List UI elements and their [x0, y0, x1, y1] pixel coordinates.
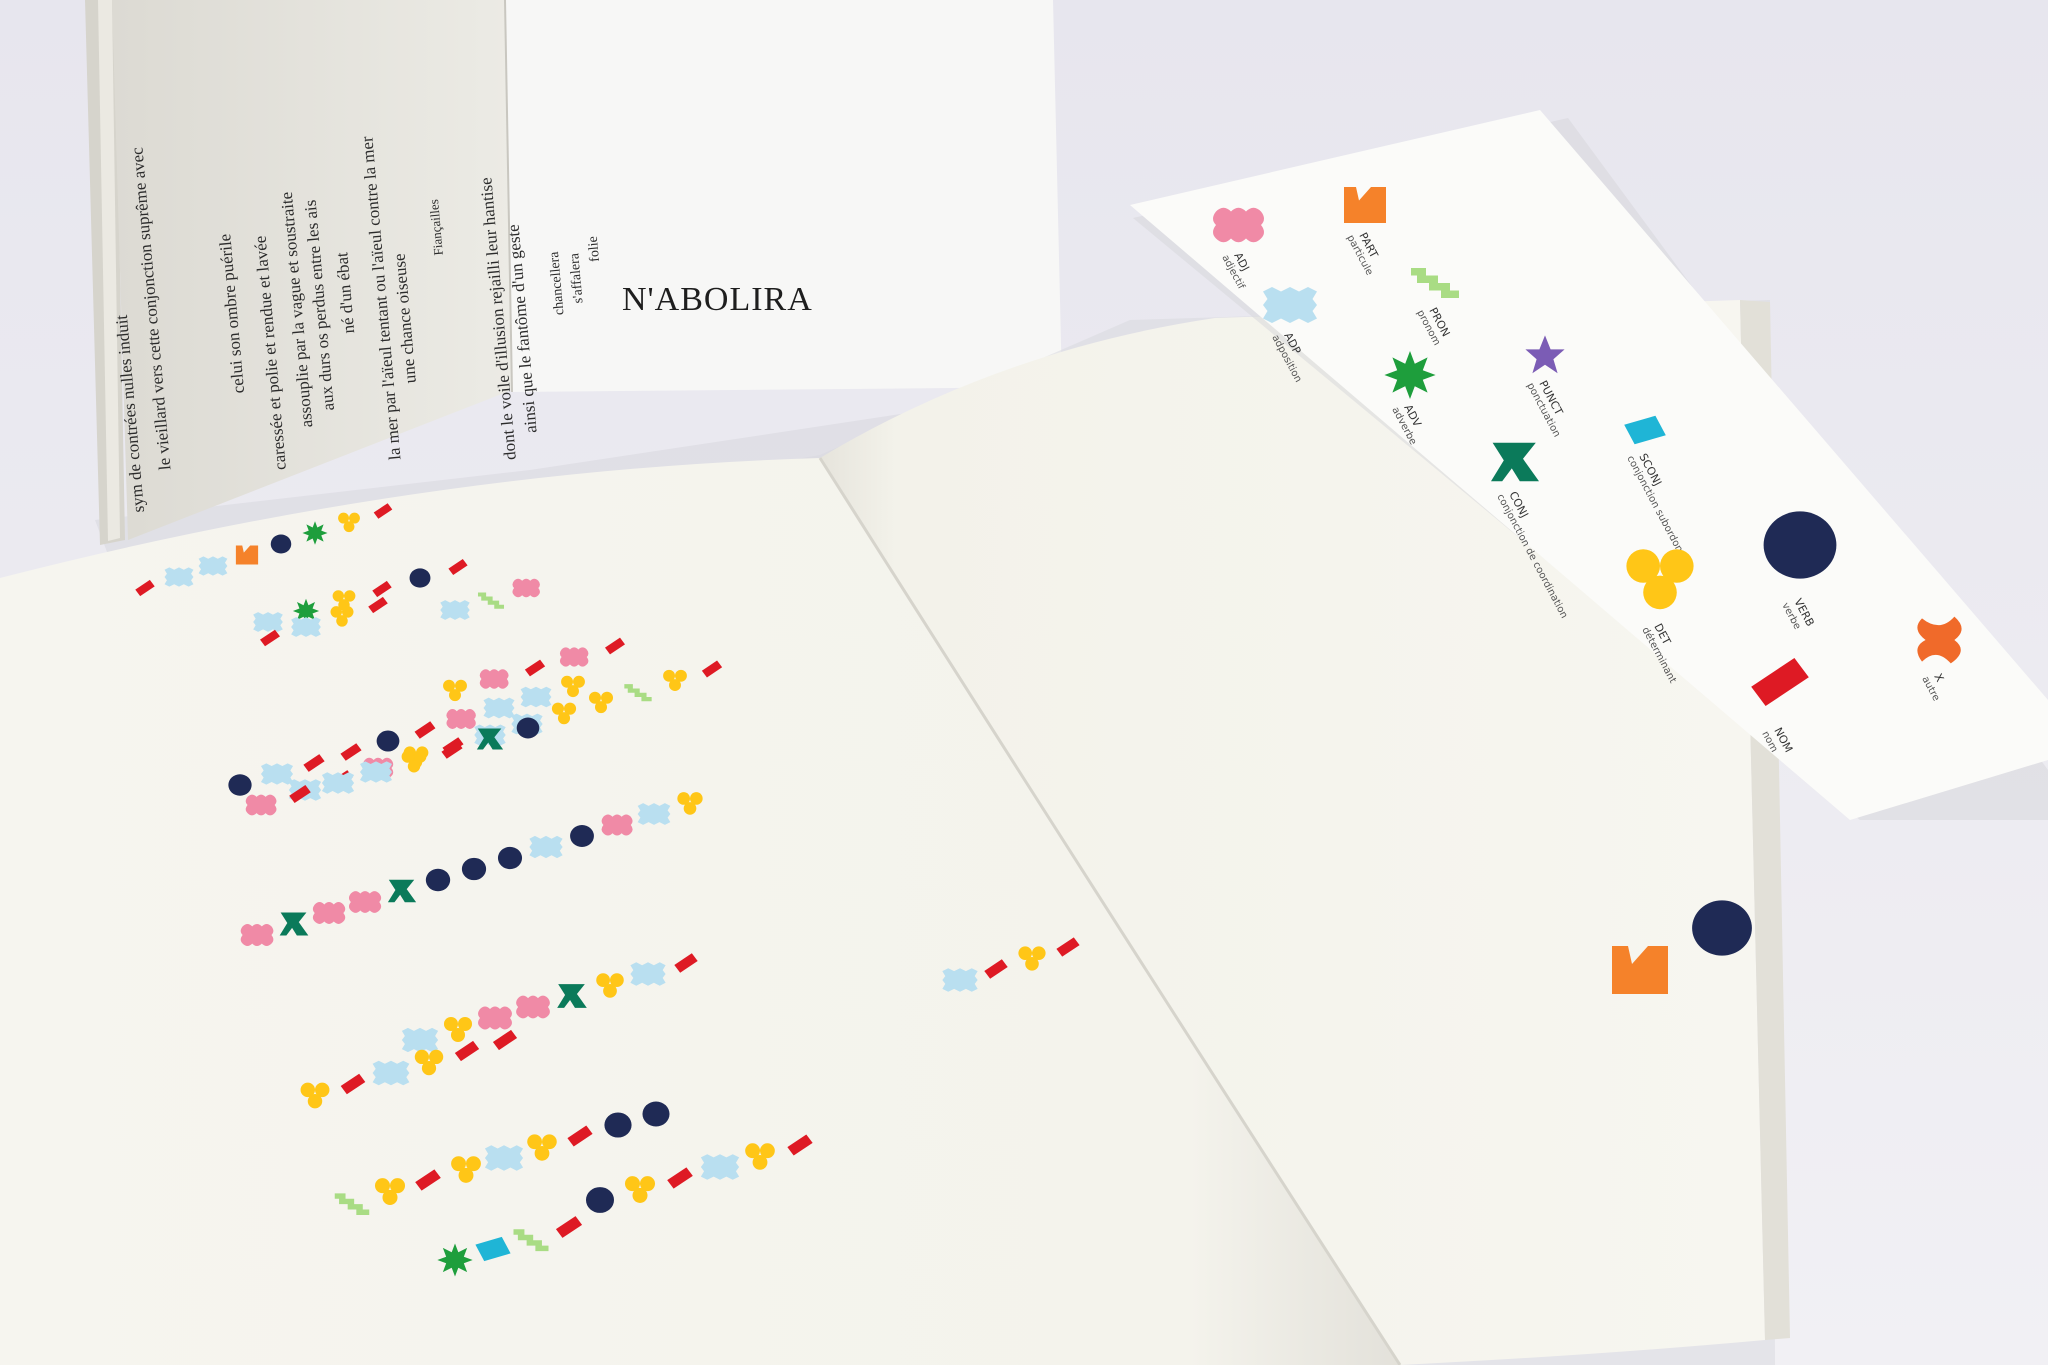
glyph-verb	[409, 568, 431, 588]
glyph-adj	[559, 647, 589, 667]
glyph-adp	[321, 772, 355, 794]
glyph-verb	[642, 1101, 670, 1127]
glyph-verb	[461, 857, 487, 881]
glyph-verb	[497, 846, 523, 870]
glyph-adj	[478, 1006, 512, 1030]
glyph-adj	[516, 995, 550, 1019]
glyph-adj	[245, 794, 277, 816]
back-booklet-right-page	[505, 0, 1062, 392]
glyph-adp	[637, 803, 671, 825]
adp-icon	[1263, 287, 1317, 323]
verb-icon	[1763, 511, 1837, 579]
glyph-adp	[529, 835, 563, 859]
glyph-adp	[520, 686, 552, 708]
glyph-adp	[359, 761, 393, 783]
glyph-verb	[570, 824, 594, 848]
glyph-adp	[260, 763, 294, 785]
glyph-adp	[198, 556, 228, 576]
glyph-verb	[376, 730, 400, 752]
photo-scene: sym de contrées nulles induit le vieilla…	[0, 0, 2048, 1365]
glyph-adj	[601, 814, 633, 836]
glyph-adj	[512, 578, 540, 598]
glyph-adj	[479, 669, 509, 689]
glyph-verb	[604, 1112, 632, 1138]
glyph-verb	[270, 534, 292, 554]
glyph-adp	[291, 617, 321, 637]
glyph-adp	[440, 600, 470, 620]
glyph-verb	[228, 774, 252, 796]
poem-line: folie	[586, 236, 603, 263]
glyph-verb	[425, 868, 451, 892]
glyph-adj	[348, 891, 382, 913]
glyph-adp	[700, 1154, 740, 1180]
glyph-adp	[484, 1145, 524, 1171]
glyph-adp	[483, 697, 515, 719]
glyph-adp	[401, 1027, 439, 1053]
glyph-verb	[585, 1187, 615, 1213]
glyph-adj	[446, 709, 476, 729]
glyph-adj	[240, 923, 274, 947]
glyph-verb	[1692, 900, 1752, 956]
glyph-adp	[630, 962, 666, 986]
adj-icon	[1213, 207, 1264, 243]
booklet-title: N'ABOLIRA	[622, 281, 813, 318]
glyph-adp	[942, 968, 978, 992]
glyph-verb	[516, 717, 540, 739]
glyph-adp	[372, 1060, 410, 1086]
glyph-adj	[312, 902, 346, 924]
glyph-adp	[253, 612, 283, 632]
glyph-adp	[164, 567, 194, 587]
